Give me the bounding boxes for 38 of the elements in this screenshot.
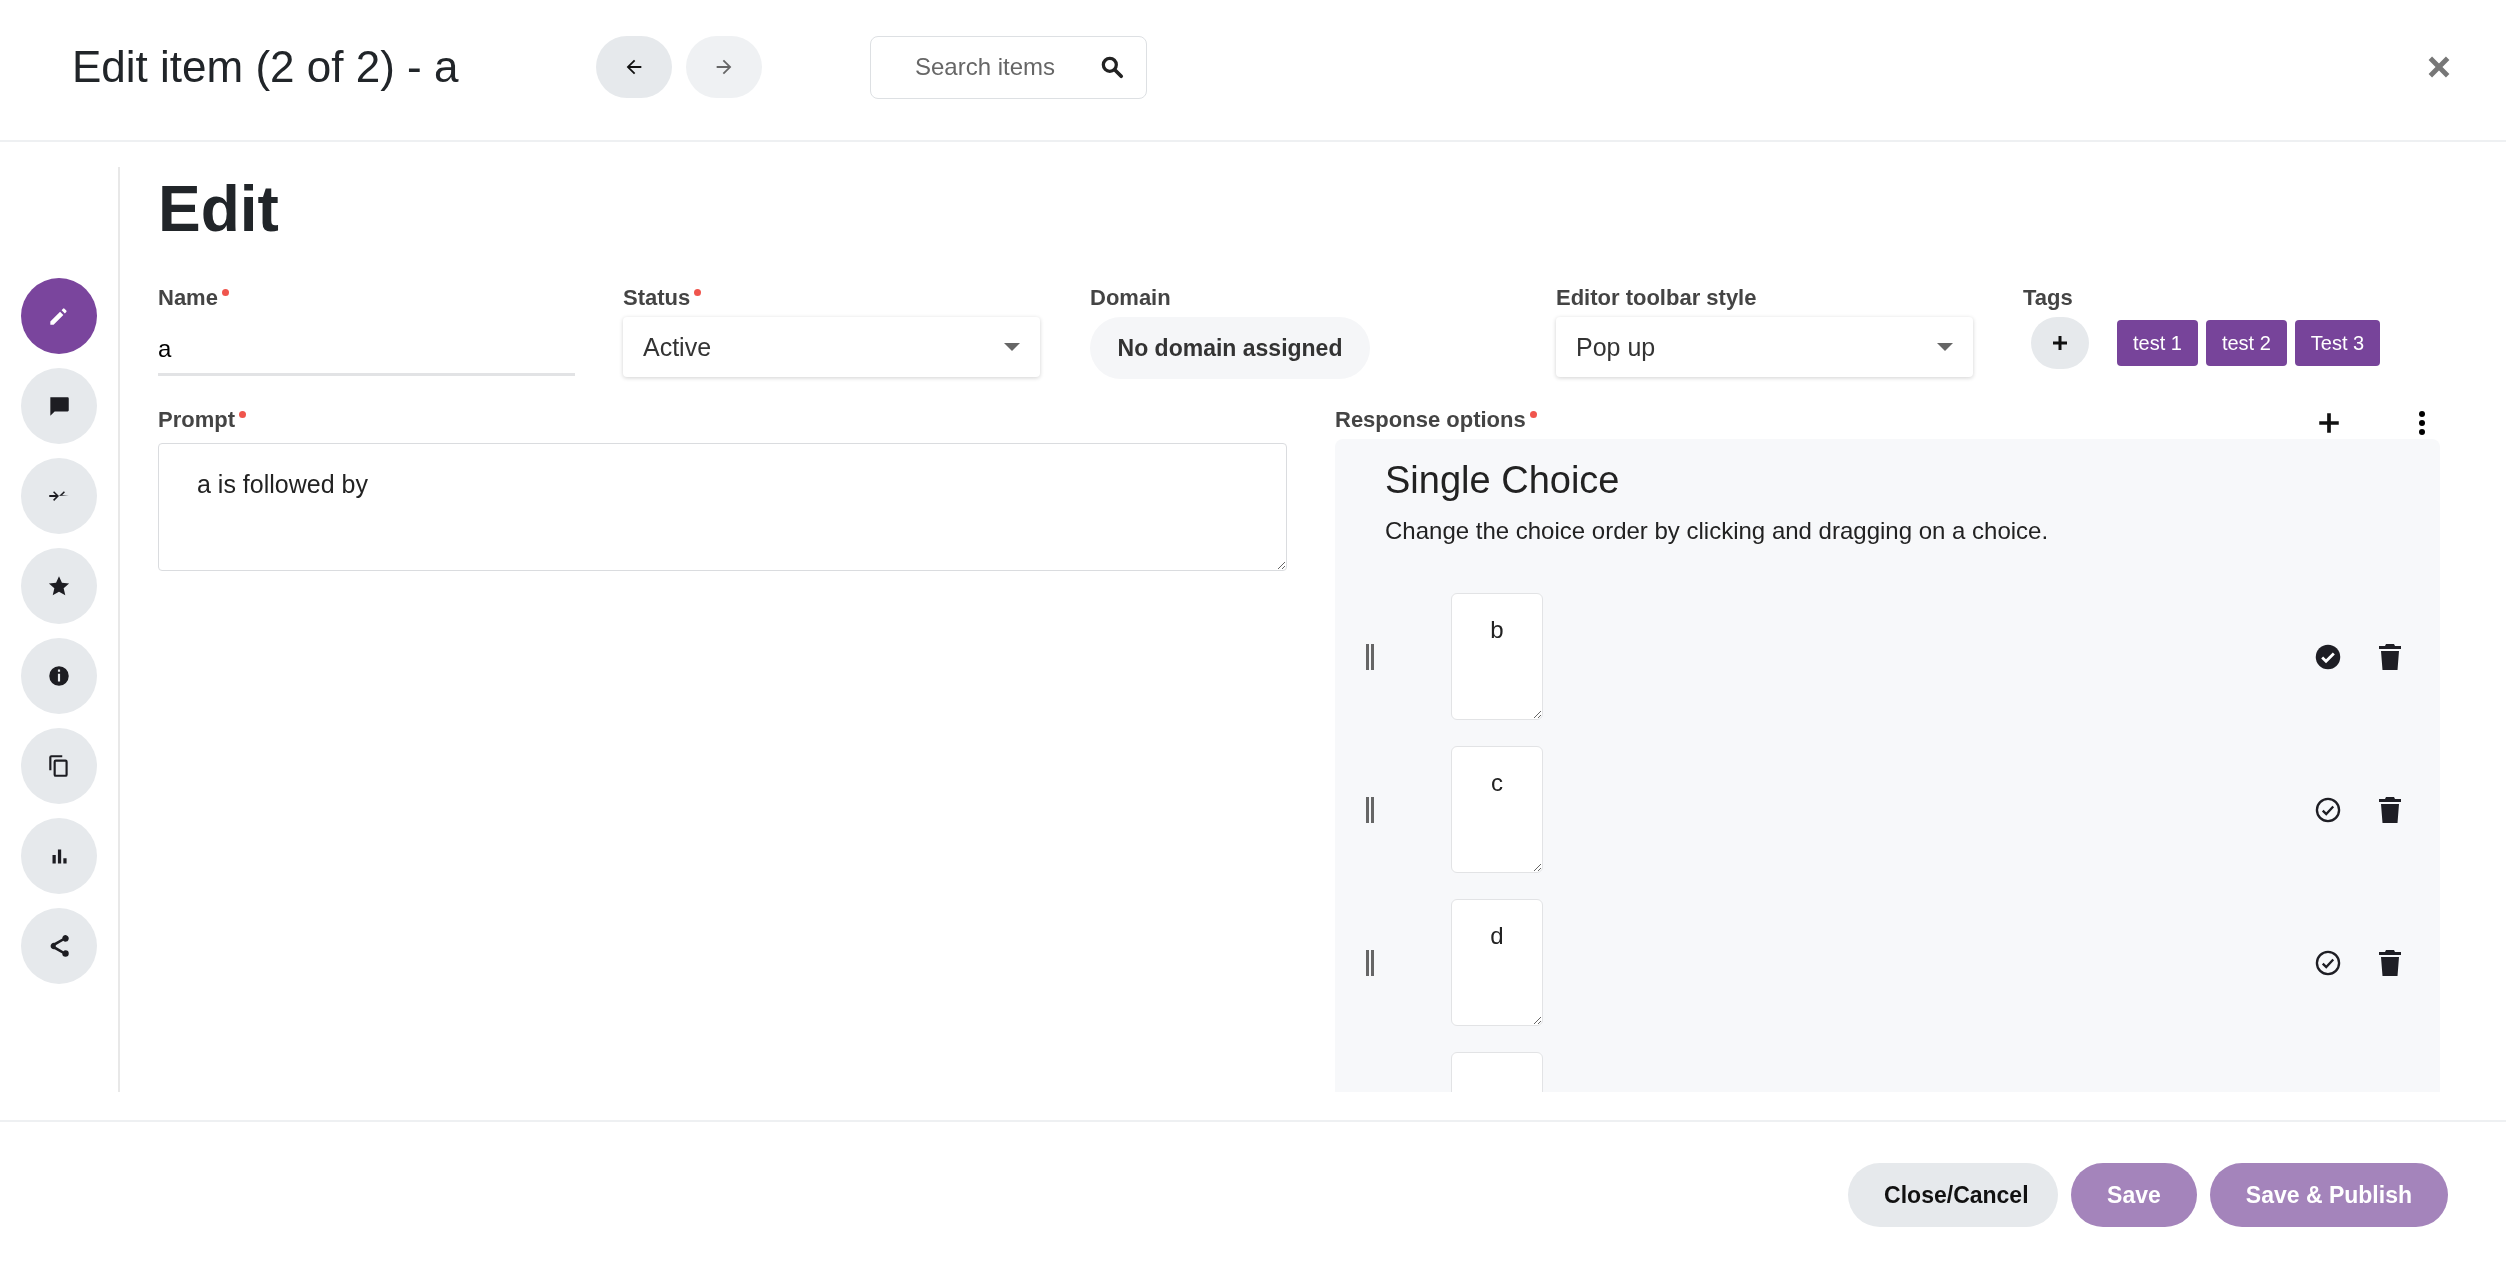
info-icon (46, 663, 72, 689)
choice-field[interactable]: d (1451, 899, 1543, 1026)
drag-handle-icon[interactable] (1365, 643, 1375, 670)
choice-field[interactable]: b (1451, 593, 1543, 720)
tag[interactable]: Test 3 (2294, 320, 2381, 366)
field-label: Name (158, 285, 623, 317)
trash-icon[interactable] (2378, 948, 2402, 977)
dialog-title: Edit item (2 of 2) - a (72, 42, 460, 92)
status-dropdown[interactable]: Active (623, 317, 1040, 377)
trash-icon[interactable] (2378, 795, 2402, 824)
check-circle-icon[interactable] (2314, 948, 2342, 977)
drag-handle-icon[interactable] (1365, 796, 1375, 823)
instructions: Change the choice order by clicking and dragging on a choice. (1384, 517, 2050, 545)
cancel-button[interactable]: Close/Cancel (1848, 1163, 2059, 1227)
toolbar-style-dropdown[interactable]: Pop up (1556, 317, 1973, 377)
plus-icon (2050, 333, 2070, 353)
question-type-title: Single Choice (1384, 459, 1621, 503)
drag-handle-icon[interactable] (1365, 949, 1375, 976)
add-icon[interactable] (2316, 410, 2342, 436)
search-field[interactable]: Search items (870, 35, 1147, 99)
field-label: Status (623, 285, 1090, 317)
trash-icon[interactable] (2378, 642, 2402, 671)
add-tag-button[interactable] (2031, 317, 2089, 369)
field-label: Response options (1335, 407, 1537, 439)
field-label: Domain (1090, 285, 1172, 312)
prompt-field[interactable]: a is followed by (158, 443, 1287, 571)
more-icon[interactable] (2418, 410, 2426, 436)
tag[interactable]: test 1 (2117, 320, 2198, 366)
domain-button[interactable]: No domain assigned (1090, 317, 1370, 379)
field-label: Tags (2023, 285, 2074, 312)
check-circle-filled-icon[interactable] (2314, 642, 2342, 671)
choice-field[interactable]: c (1451, 746, 1543, 873)
close-icon[interactable] (2426, 54, 2452, 80)
check-circle-icon[interactable] (2314, 795, 2342, 824)
page-heading: Edit (158, 172, 280, 247)
tag[interactable]: test 2 (2205, 320, 2287, 366)
field-label: Prompt (158, 407, 1287, 439)
field-label: Editor toolbar style (1556, 285, 1758, 312)
